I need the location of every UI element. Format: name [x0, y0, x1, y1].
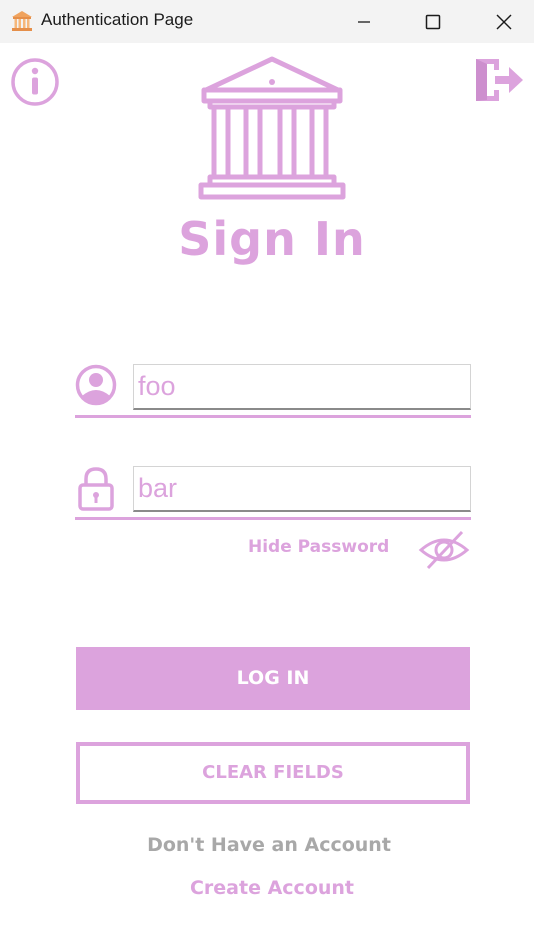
create-account-link[interactable]: Create Account [0, 877, 534, 899]
lock-icon [78, 467, 114, 511]
window-title: Authentication Page [41, 10, 194, 29]
password-underline [75, 517, 471, 520]
info-icon[interactable] [10, 57, 60, 107]
eye-slash-icon[interactable] [418, 528, 470, 572]
password-field [75, 466, 471, 520]
username-input[interactable] [133, 364, 471, 410]
minimize-icon [358, 20, 370, 23]
museum-icon [12, 11, 32, 31]
password-input[interactable] [133, 466, 471, 512]
hide-password-toggle[interactable]: Hide Password [248, 537, 389, 557]
user-icon [75, 364, 117, 406]
username-field [75, 364, 471, 418]
maximize-button[interactable] [403, 0, 463, 43]
close-button[interactable] [474, 0, 534, 43]
minimize-button[interactable] [334, 0, 394, 43]
username-underline [75, 415, 471, 418]
close-icon [496, 14, 512, 29]
window-titlebar: Authentication Page [0, 0, 534, 43]
login-button[interactable]: LOG IN [76, 647, 470, 710]
page-title: Sign In [178, 212, 366, 266]
no-account-text: Don't Have an Account [147, 834, 391, 856]
logout-icon[interactable] [473, 55, 525, 105]
maximize-icon [425, 14, 441, 29]
clear-fields-button[interactable]: CLEAR FIELDS [76, 742, 470, 804]
museum-building-icon [198, 56, 346, 200]
